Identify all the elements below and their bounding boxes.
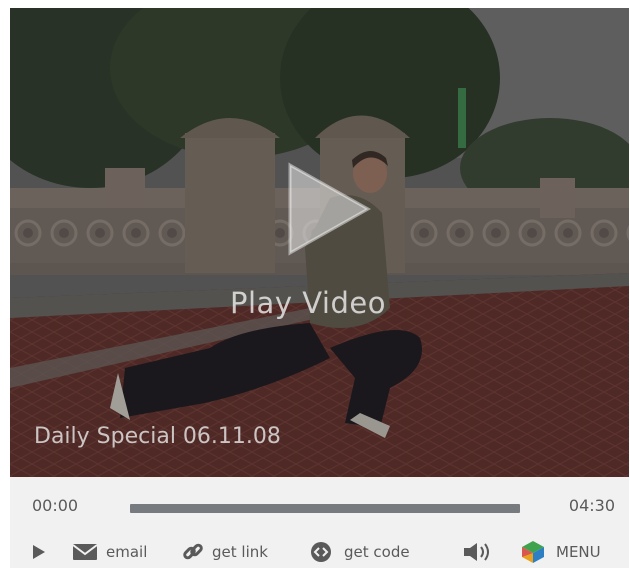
menu-label: MENU: [556, 543, 601, 561]
email-button[interactable]: email: [72, 539, 147, 565]
current-time: 00:00: [32, 496, 79, 515]
video-area[interactable]: Play Video Daily Special 06.11.08: [10, 8, 629, 477]
menu-button[interactable]: MENU: [520, 539, 601, 565]
email-label: email: [106, 543, 148, 561]
progress-bar[interactable]: [130, 504, 520, 513]
volume-button[interactable]: [462, 539, 492, 565]
get-code-button[interactable]: get code: [310, 539, 410, 565]
play-button[interactable]: [32, 539, 46, 565]
code-icon: [310, 541, 332, 563]
menu-icon: [520, 540, 546, 564]
control-bar: 00:00 04:30 email get link get code MENU: [10, 477, 629, 568]
volume-icon: [462, 541, 492, 563]
play-icon: [32, 544, 46, 560]
toolbar: email get link get code MENU: [10, 539, 629, 565]
email-icon: [72, 543, 98, 561]
get-link-label: get link: [212, 543, 268, 561]
play-video-overlay[interactable]: Play Video: [10, 8, 629, 477]
video-player: Play Video Daily Special 06.11.08 00:00 …: [10, 8, 629, 568]
get-link-button[interactable]: get link: [182, 539, 268, 565]
get-code-label: get code: [344, 543, 410, 561]
play-overlay-icon[interactable]: [286, 161, 372, 257]
link-icon: [182, 541, 204, 563]
video-title: Daily Special 06.11.08: [34, 424, 281, 449]
play-video-label[interactable]: Play Video: [230, 286, 386, 320]
total-time: 04:30: [568, 496, 615, 515]
